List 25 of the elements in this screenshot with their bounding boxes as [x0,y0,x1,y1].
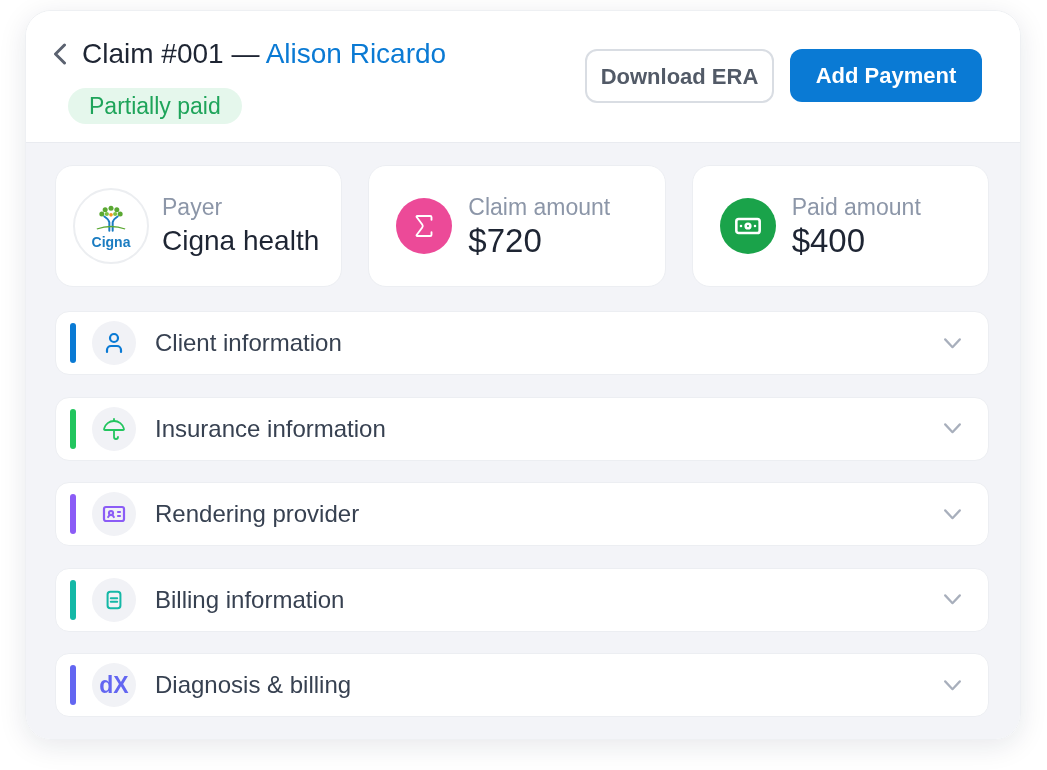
card-value: $400 [791,222,867,260]
umbrella-icon [92,406,136,451]
accordion-header[interactable]: Insurance information [55,396,989,461]
card-label: Payer [162,193,224,222]
id-card-icon [92,492,136,536]
card-label: Claim amount [468,193,611,222]
dx-avatar: dX [92,663,136,707]
user-icon [92,321,136,365]
accordion-header[interactable]: Billing information [55,567,989,632]
tree-icon [94,204,128,234]
download-button[interactable]: Download ERA [585,49,774,103]
logo-wordmark: Cigna [91,234,131,250]
document-icon [92,577,136,622]
status-badge: Partially paid [68,88,242,124]
accordion-header[interactable]: dX Diagnosis & billing [55,653,989,717]
card-value: $720 [468,222,543,260]
card-label: Paid amount [791,193,921,222]
client-name-link[interactable]: Alison Ricardo [265,38,447,69]
add-payment-button[interactable]: Add Payment [790,49,982,102]
page-title: Claim #001 — Alison Ricardo [82,37,447,71]
chevron-left-icon [53,43,67,65]
card-value: Cigna health [162,224,320,258]
back-button[interactable] [52,42,68,66]
accordion-header[interactable]: Client information [55,311,989,375]
accordion-header[interactable]: Rendering provider [55,482,989,546]
